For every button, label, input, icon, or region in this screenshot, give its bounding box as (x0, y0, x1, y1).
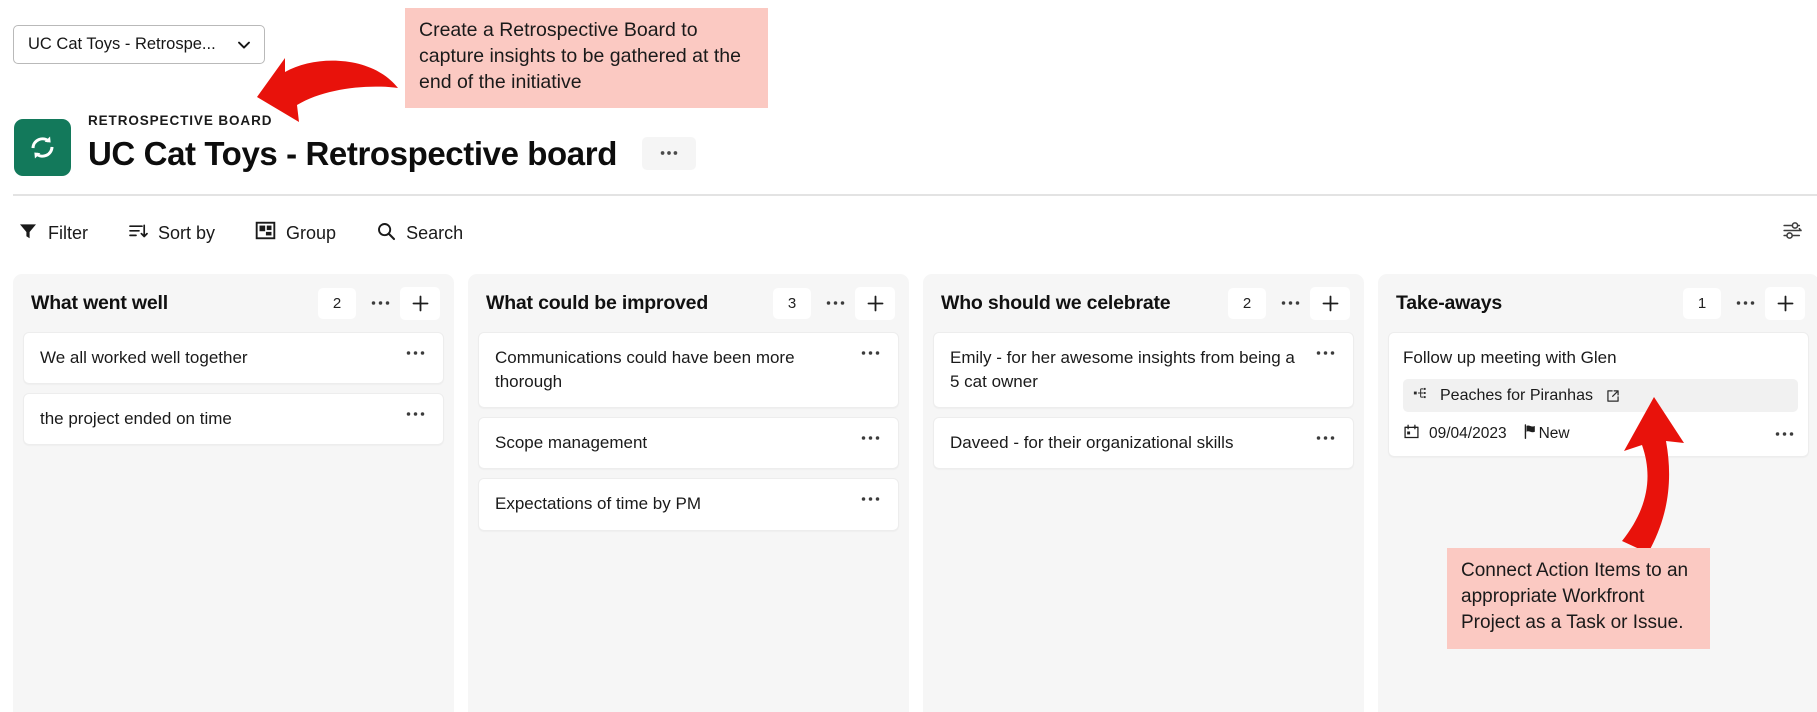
column-who-should-we-celebrate: Who should we celebrate 2 Emily - for he… (923, 274, 1364, 712)
column-header: What went well 2 (23, 274, 444, 332)
card-date: 09/04/2023 (1429, 425, 1507, 443)
status-label: New (1538, 425, 1570, 443)
card-text: We all worked well together (40, 348, 248, 367)
card-more-button[interactable] (401, 410, 429, 418)
sort-by-button[interactable]: Sort by (128, 221, 215, 246)
group-icon (255, 220, 276, 246)
column-what-could-be-improved: What could be improved 3 Communications … (468, 274, 909, 712)
sort-icon (128, 221, 148, 246)
column-cards: We all worked well together the project … (23, 332, 444, 453)
card-more-button[interactable] (401, 349, 429, 357)
calendar-icon (1403, 423, 1420, 445)
linked-work-item[interactable]: Peaches for Piranhas (1403, 379, 1798, 413)
board-selector-value: UC Cat Toys - Retrospe... (28, 35, 216, 53)
sort-by-label: Sort by (158, 222, 216, 243)
external-link-icon[interactable] (1605, 388, 1621, 404)
board-settings-button[interactable] (1777, 218, 1807, 248)
card-more-button[interactable] (856, 495, 884, 503)
column-cards: Follow up meeting with Glen Peaches for … (1388, 332, 1809, 465)
column-header: Who should we celebrate 2 (933, 274, 1354, 332)
board-card[interactable]: Daveed - for their organizational skills (933, 417, 1354, 470)
card-more-button[interactable] (856, 434, 884, 442)
card-text: Scope management (495, 433, 648, 453)
board-selector-dropdown[interactable]: UC Cat Toys - Retrospe... (13, 25, 265, 64)
card-text: Emily - for her awesome insights from be… (950, 348, 1295, 392)
column-more-button[interactable] (815, 287, 855, 320)
board-card[interactable]: Communications could have been more thor… (478, 332, 899, 409)
column-what-went-well: What went well 2 We all worked well toge… (13, 274, 454, 712)
status-badge: New (1523, 423, 1570, 445)
card-more-button[interactable] (1311, 434, 1339, 442)
annotation-callout-top: Create a Retrospective Board to capture … (405, 8, 768, 108)
column-add-card-button[interactable] (855, 286, 895, 320)
card-metadata: 09/04/2023 New (1403, 423, 1798, 445)
card-more-button[interactable] (1311, 349, 1339, 357)
card-more-button[interactable] (856, 349, 884, 357)
card-text: the project ended on time (40, 409, 232, 429)
retrospective-board-page: UC Cat Toys - Retrospe... RETROSPECTIVE … (0, 0, 1817, 712)
board-title-block: RETROSPECTIVE BOARD UC Cat Toys - Retros… (14, 112, 696, 176)
column-title: Who should we celebrate (941, 291, 1171, 314)
board-card[interactable]: Emily - for her awesome insights from be… (933, 332, 1354, 409)
column-add-card-button[interactable] (1310, 286, 1350, 320)
linked-item-name: Peaches for Piranhas (1440, 386, 1593, 404)
group-button[interactable]: Group (255, 220, 336, 246)
column-more-button[interactable] (1270, 287, 1310, 320)
board-more-button[interactable] (641, 136, 696, 170)
card-text: Communications could have been more thor… (495, 348, 795, 392)
flag-icon (1523, 423, 1538, 445)
column-more-button[interactable] (360, 287, 400, 320)
column-cards: Emily - for her awesome insights from be… (933, 332, 1354, 477)
search-label: Search (406, 222, 464, 243)
column-header: Take-aways 1 (1388, 274, 1809, 332)
sliders-settings-icon (1781, 219, 1804, 247)
page-title: UC Cat Toys - Retrospective board (88, 134, 617, 172)
column-add-card-button[interactable] (400, 286, 440, 320)
column-title: What went well (31, 291, 168, 314)
board-type-eyebrow: RETROSPECTIVE BOARD (88, 113, 273, 128)
column-add-card-button[interactable] (1765, 286, 1805, 320)
chevron-down-icon (236, 37, 252, 53)
column-count-badge: 1 (1683, 287, 1721, 319)
column-title: What could be improved (486, 291, 709, 314)
card-text: Follow up meeting with Glen (1403, 348, 1617, 367)
board-card[interactable]: Follow up meeting with Glen Peaches for … (1388, 332, 1809, 458)
header-divider (13, 194, 1817, 196)
card-more-button[interactable] (1770, 430, 1798, 438)
board-card[interactable]: Expectations of time by PM (478, 478, 899, 531)
card-text: Daveed - for their organizational skills (950, 433, 1234, 453)
column-title: Take-aways (1396, 291, 1503, 314)
group-label: Group (286, 222, 337, 243)
column-count-badge: 2 (318, 287, 356, 319)
board-card[interactable]: Scope management (478, 417, 899, 470)
column-count-badge: 2 (1228, 287, 1266, 319)
column-more-button[interactable] (1725, 287, 1765, 320)
board-toolbar: Filter Sort by Group Search (18, 217, 503, 249)
work-item-icon (1413, 385, 1429, 406)
filter-button[interactable]: Filter (18, 221, 88, 246)
search-icon (376, 221, 396, 246)
board-card[interactable]: the project ended on time (23, 393, 444, 446)
filter-icon (18, 221, 38, 246)
column-count-badge: 3 (773, 287, 811, 319)
card-text: Expectations of time by PM (495, 494, 701, 514)
sync-refresh-icon (14, 119, 71, 176)
column-cards: Communications could have been more thor… (478, 332, 899, 539)
annotation-callout-bottom: Connect Action Items to an appropriate W… (1447, 548, 1710, 649)
filter-label: Filter (48, 222, 88, 243)
column-header: What could be improved 3 (478, 274, 899, 332)
search-button[interactable]: Search (376, 221, 463, 246)
board-card[interactable]: We all worked well together (23, 332, 444, 385)
